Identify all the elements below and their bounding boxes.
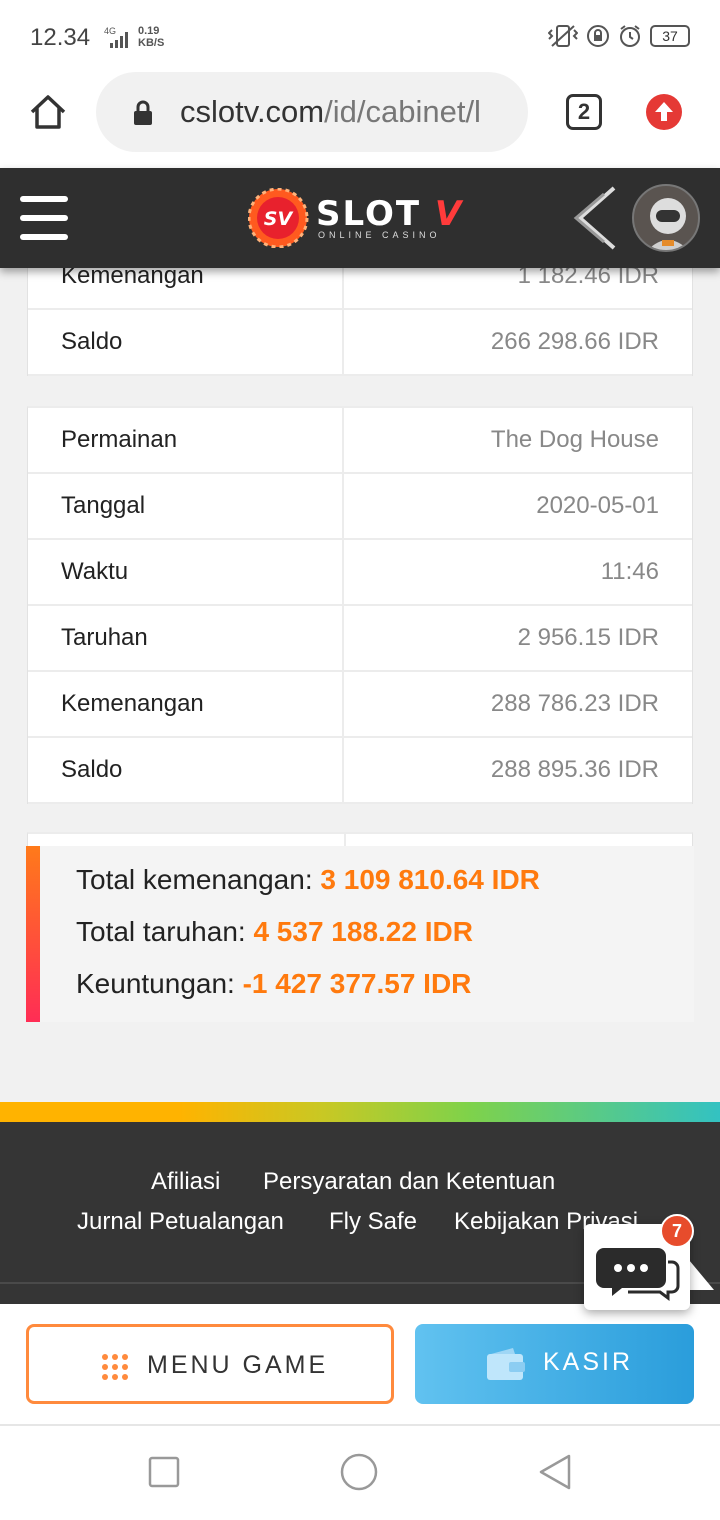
alarm-icon [620,25,640,47]
footer-link-affiliate[interactable]: Afiliasi [151,1168,220,1196]
total-profit: Keuntungan: -1 427 377.57 IDR [76,968,472,999]
menu-game-button[interactable]: MENU GAME [26,1324,394,1404]
footer-gradient-strip [0,1102,720,1122]
status-time: 12.34 [30,24,91,51]
bet-history-table: Permainan The Dog House Tanggal 2020-05-… [27,406,693,804]
row-value: 266 298.66 IDR [490,328,659,355]
grid-dots-icon [102,1354,128,1380]
update-button[interactable] [646,94,682,130]
row-value: 288 786.23 IDR [490,690,659,717]
network-speed: 0.19 KB/S [138,25,165,49]
cashier-button[interactable]: KASIR [415,1324,694,1404]
arrow-up-icon [655,102,673,121]
cashier-label: KASIR [543,1348,634,1376]
lock-icon [134,100,152,125]
system-navigation-bar [0,1426,720,1520]
recent-apps-icon[interactable] [148,1456,180,1488]
row-label: Tanggal [28,474,344,538]
row-label: Kemenangan [28,672,344,736]
home-icon[interactable] [28,92,68,132]
logo-badge-text: SV [264,208,294,230]
vibrate-icon [548,25,578,47]
footer-link-terms[interactable]: Persyaratan dan Ketentuan [263,1168,555,1196]
row-value: 2 956.15 IDR [517,624,659,651]
row-value: 288 895.36 IDR [490,756,659,783]
status-bar: 12.34 4G 0.19 KB/S 37 [0,0,720,72]
table-row: Kemenangan 288 786.23 IDR [28,672,692,738]
table-row: Waktu 11:46 [28,540,692,606]
totals-summary: Total kemenangan: 3 109 810.64 IDR Total… [26,846,694,1022]
tab-switcher-button[interactable]: 2 [566,94,602,130]
table-row: Permainan The Dog House [28,408,692,474]
table-row: Saldo 266 298.66 IDR [28,310,692,376]
back-chevron-icon[interactable] [570,184,618,252]
rotation-lock-icon [587,25,609,47]
battery-indicator: 37 [650,25,690,47]
row-label: Saldo [28,310,344,374]
total-bets: Total taruhan: 4 537 188.22 IDR [76,916,473,947]
signal-icon [110,32,128,48]
table-row: Taruhan 2 956.15 IDR [28,606,692,672]
next-table-edge [27,832,693,848]
footer-link-journal[interactable]: Jurnal Petualangan [77,1208,284,1236]
bottom-action-bar: MENU GAME KASIR [0,1304,720,1426]
table-row: Saldo 288 895.36 IDR [28,738,692,804]
hamburger-menu-icon[interactable] [20,196,68,240]
wallet-icon [487,1348,525,1380]
total-wins: Total kemenangan: 3 109 810.64 IDR [76,864,540,895]
row-label: Permainan [28,408,344,472]
totals-accent-bar [26,846,40,1022]
footer-link-fly-safe[interactable]: Fly Safe [329,1208,417,1236]
menu-game-label: MENU GAME [147,1351,329,1379]
address-bar[interactable]: cslotv.com/id/cabinet/l [96,72,528,152]
logo-badge-icon: SV [248,188,309,248]
back-triangle-icon[interactable] [538,1454,572,1490]
logo-subtext: ONLINE CASINO [318,230,441,240]
home-circle-icon[interactable] [340,1453,378,1491]
table-row: Tanggal 2020-05-01 [28,474,692,540]
astronaut-icon [647,198,689,250]
row-value: The Dog House [490,426,659,453]
browser-toolbar: cslotv.com/id/cabinet/l 2 [0,72,720,168]
site-header: SV SLOT V ONLINE CASINO [0,168,720,268]
row-label: Waktu [28,540,344,604]
chat-unread-badge: 7 [660,1214,694,1248]
row-value: 2020-05-01 [536,492,659,519]
row-value: 11:46 [600,558,659,585]
site-logo[interactable]: SV SLOT V ONLINE CASINO [248,188,478,248]
user-avatar[interactable] [632,184,700,252]
logo-text: SLOT V [316,194,464,234]
url-text: cslotv.com/id/cabinet/l [180,94,481,129]
row-label: Taruhan [28,606,344,670]
row-label: Saldo [28,738,344,802]
